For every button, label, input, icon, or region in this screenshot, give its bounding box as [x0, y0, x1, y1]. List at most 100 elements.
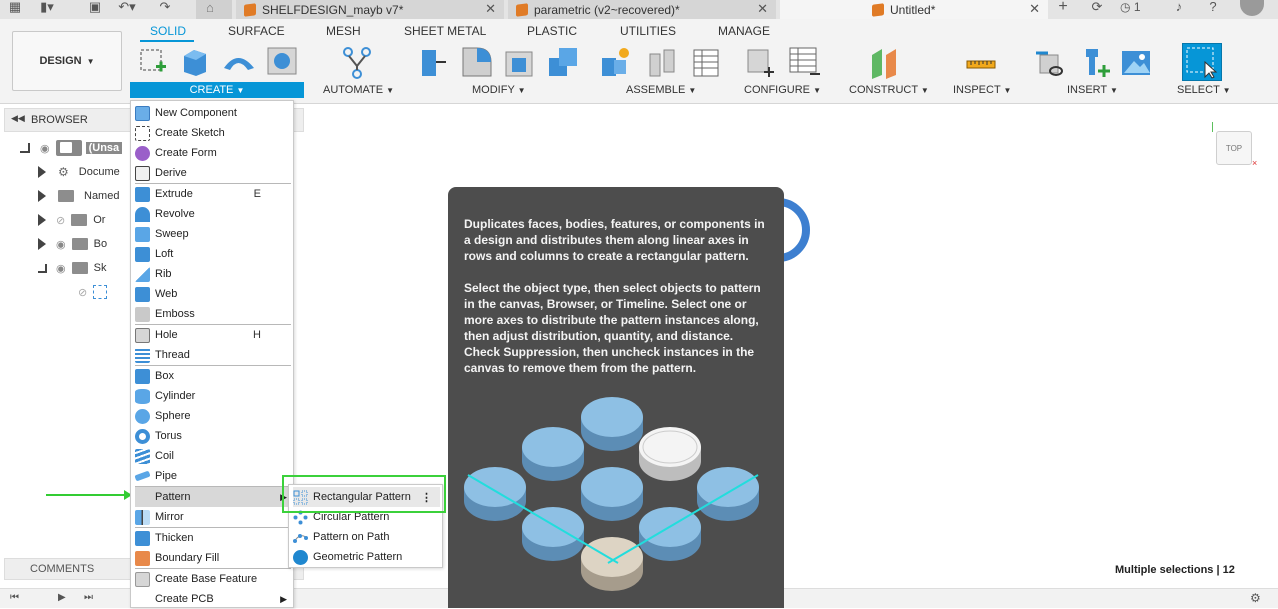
collapse-icon[interactable]: ◀◀	[11, 113, 25, 124]
eye-hidden-icon[interactable]: ⊘	[56, 214, 65, 227]
timeline-end-icon[interactable]: ⏭	[84, 592, 93, 603]
expand-icon[interactable]	[38, 190, 46, 202]
menu-item-geometric-pattern[interactable]: Geometric Pattern	[293, 547, 440, 567]
menu-item-create-form[interactable]: Create Form	[135, 143, 291, 163]
menu-item-pipe[interactable]: Pipe	[134, 466, 291, 486]
eye-icon[interactable]: ◉	[56, 262, 66, 275]
tab-utilities[interactable]: UTILITIES	[620, 24, 676, 38]
tree-row-origin[interactable]: ⊘ Or	[38, 210, 105, 230]
press-pull-tool[interactable]	[418, 46, 448, 76]
create-group-menu[interactable]: CREATE ▼	[130, 82, 304, 98]
expand-icon[interactable]	[38, 214, 46, 226]
timeline-play-icon[interactable]: ▶	[58, 592, 66, 603]
job-status[interactable]: ◷ 1	[1120, 0, 1141, 14]
menu-item-derive[interactable]: Derive	[135, 163, 291, 183]
insert-canvas-tool[interactable]	[1120, 47, 1150, 77]
assemble-group-menu[interactable]: ASSEMBLE ▼	[626, 84, 696, 96]
menu-item-revolve[interactable]: Revolve	[135, 204, 291, 224]
undo-icon[interactable]: ↶▾	[118, 0, 136, 16]
menu-item-create-sketch[interactable]: Create Sketch	[135, 123, 291, 143]
inspect-group-menu[interactable]: INSPECT ▼	[953, 84, 1011, 96]
create-sketch-tool[interactable]	[138, 47, 168, 77]
configure-group-menu[interactable]: CONFIGURE ▼	[744, 84, 821, 96]
menu-item-new-component[interactable]: New Component	[135, 103, 291, 123]
tab-mesh[interactable]: MESH	[326, 24, 361, 38]
bom-tool[interactable]	[688, 46, 719, 77]
tree-row-sketch1[interactable]: ⊘	[78, 282, 108, 302]
document-tab[interactable]: SHELFDESIGN_mayb v7* ✕	[236, 0, 504, 19]
modify-group-menu[interactable]: MODIFY ▼	[472, 84, 526, 96]
hole-tool[interactable]	[266, 46, 297, 76]
revolve-tool[interactable]	[222, 46, 254, 76]
menu-item-web[interactable]: Web	[135, 284, 291, 304]
expand-icon[interactable]	[38, 238, 46, 250]
tree-row-root[interactable]: ◉ (Unsa	[20, 138, 130, 158]
joint-tool[interactable]	[646, 46, 676, 77]
menu-item-coil[interactable]: Coil	[135, 446, 291, 466]
tab-plastic[interactable]: PLASTIC	[527, 24, 577, 38]
sync-icon[interactable]: ⟳	[1088, 0, 1106, 16]
close-icon[interactable]: ✕	[485, 1, 496, 17]
expanded-icon[interactable]	[38, 263, 47, 273]
construct-group-menu[interactable]: CONSTRUCT ▼	[849, 84, 929, 96]
menu-item-pattern[interactable]: Pattern ▶	[135, 487, 291, 507]
tab-solid[interactable]: SOLID	[150, 24, 186, 38]
document-tab[interactable]: parametric (v2~recovered)* ✕	[508, 0, 776, 19]
menu-item-sweep[interactable]: Sweep	[135, 224, 291, 244]
menu-item-extrude[interactable]: Extrude E	[135, 184, 291, 204]
menu-item-thread[interactable]: Thread	[135, 345, 291, 365]
menu-item-emboss[interactable]: Emboss	[135, 304, 291, 324]
view-cube[interactable]: TOP	[1216, 131, 1252, 165]
expanded-icon[interactable]	[20, 143, 30, 153]
combine-tool[interactable]	[547, 46, 577, 76]
home-button[interactable]: ⌂	[196, 0, 232, 19]
menu-item-sphere[interactable]: Sphere	[135, 406, 291, 426]
save-icon[interactable]: ▣	[86, 0, 104, 16]
tree-row-named-views[interactable]: Named	[38, 186, 119, 206]
eye-icon[interactable]: ◉	[56, 238, 66, 251]
file-icon[interactable]: ▮▾	[38, 0, 56, 16]
configuration-table-tool[interactable]	[788, 46, 820, 76]
tree-row-sketches[interactable]: ◉ Sk	[38, 258, 106, 278]
tree-row-bodies[interactable]: ◉ Bo	[38, 234, 107, 254]
grid-menu-icon[interactable]: ▦	[6, 0, 24, 16]
avatar[interactable]	[1240, 0, 1264, 16]
menu-item-mirror[interactable]: Mirror	[135, 507, 291, 527]
menu-item-thicken[interactable]: Thicken	[135, 528, 291, 548]
timeline-start-icon[interactable]: ⏮	[10, 592, 19, 603]
select-group-menu[interactable]: SELECT ▼	[1177, 84, 1231, 96]
select-tool[interactable]	[1182, 43, 1222, 81]
automate-tool[interactable]	[340, 46, 374, 80]
close-icon[interactable]: ✕	[1029, 1, 1040, 17]
automate-group-menu[interactable]: AUTOMATE ▼	[323, 84, 394, 96]
measure-tool[interactable]	[965, 47, 996, 77]
close-icon[interactable]: ✕	[757, 1, 768, 17]
tab-surface[interactable]: SURFACE	[228, 24, 285, 38]
extrude-tool[interactable]	[180, 46, 210, 76]
menu-item-create-pcb[interactable]: Create PCB ▶	[135, 589, 291, 609]
tab-manage[interactable]: MANAGE	[718, 24, 770, 38]
offset-plane-tool[interactable]	[870, 47, 900, 79]
eye-icon[interactable]: ◉	[40, 142, 50, 155]
menu-item-loft[interactable]: Loft	[135, 244, 291, 264]
bell-icon[interactable]: ♪	[1170, 0, 1188, 16]
tab-sheet-metal[interactable]: SHEET METAL	[404, 24, 486, 38]
menu-item-boundary-fill[interactable]: Boundary Fill	[135, 548, 291, 568]
tree-row-document-settings[interactable]: ⚙ Docume	[38, 162, 120, 182]
help-icon[interactable]: ?	[1204, 0, 1222, 16]
workspace-switcher[interactable]: DESIGN ▼	[12, 31, 122, 91]
menu-item-hole[interactable]: Hole H	[135, 325, 291, 345]
timeline-settings-icon[interactable]: ⚙	[1250, 591, 1261, 605]
fillet-tool[interactable]	[461, 46, 492, 77]
configure-tool[interactable]	[744, 46, 774, 77]
insert-group-menu[interactable]: INSERT ▼	[1067, 84, 1118, 96]
menu-item-box[interactable]: Box	[135, 366, 291, 386]
menu-item-pattern-on-path[interactable]: Pattern on Path	[293, 527, 440, 547]
insert-derive-tool[interactable]	[1034, 47, 1064, 77]
expand-icon[interactable]	[38, 166, 46, 178]
new-tab-icon[interactable]: +	[1054, 0, 1072, 16]
shell-tool[interactable]	[504, 46, 534, 77]
menu-item-cylinder[interactable]: Cylinder	[135, 386, 291, 406]
new-component-tool[interactable]	[600, 46, 630, 76]
menu-item-rib[interactable]: Rib	[135, 264, 291, 284]
